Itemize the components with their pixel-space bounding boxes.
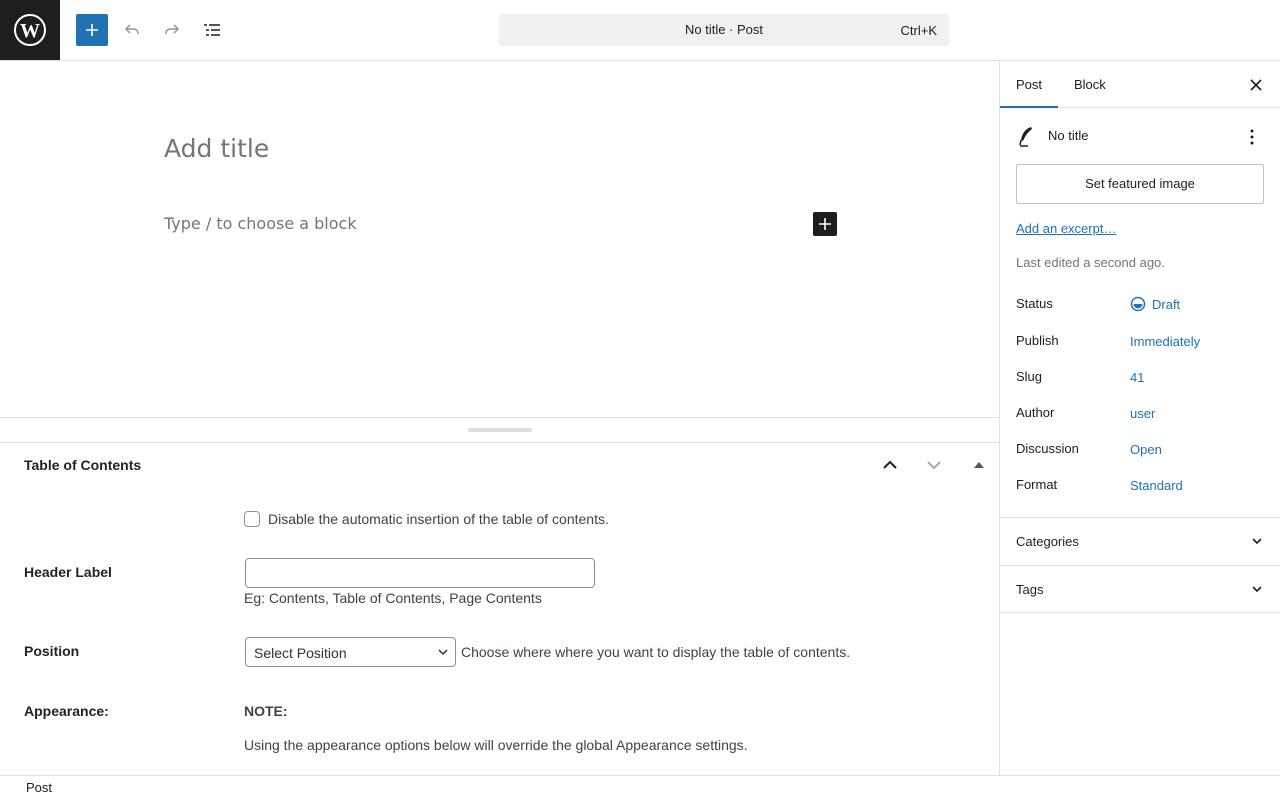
- block-breadcrumb-bar: Post: [0, 775, 1280, 800]
- meta-boxes-resize-handle[interactable]: [0, 417, 999, 443]
- note-label: NOTE:: [244, 703, 288, 719]
- position-select-value: Select Position: [254, 645, 347, 661]
- add-excerpt-link[interactable]: Add an excerpt…: [1016, 221, 1116, 236]
- meta-key: Format: [1016, 477, 1058, 492]
- editor-header: W No title · Post Ctrl+K: [0, 0, 1280, 61]
- caret-up-icon: [974, 462, 984, 468]
- discussion-value[interactable]: Open: [1130, 442, 1162, 457]
- status-label: Draft: [1152, 296, 1181, 312]
- header-label-hint: Eg: Contents, Table of Contents, Page Co…: [244, 590, 542, 606]
- note-text: Using the appearance options below will …: [244, 737, 748, 753]
- redo-icon: [165, 24, 180, 34]
- publish-value[interactable]: Immediately: [1130, 334, 1200, 349]
- set-featured-image-button[interactable]: Set featured image: [1016, 164, 1264, 204]
- close-sidebar-button[interactable]: [1244, 73, 1268, 97]
- post-name: No title: [1048, 128, 1089, 143]
- chevron-down-icon: [438, 649, 448, 656]
- chevron-down-icon: [1252, 538, 1262, 545]
- sidebar-tabs: Post Block: [1000, 61, 1280, 108]
- slug-value[interactable]: 41: [1130, 370, 1144, 385]
- meta-key: Slug: [1016, 369, 1043, 384]
- inline-add-block-button[interactable]: [813, 212, 837, 236]
- meta-key: Status: [1016, 296, 1053, 311]
- status-value[interactable]: Draft: [1130, 296, 1180, 312]
- command-palette-trigger[interactable]: No title · Post Ctrl+K: [499, 14, 949, 46]
- disable-toc-checkbox[interactable]: [244, 511, 260, 527]
- post-title-input[interactable]: Add title: [164, 134, 269, 163]
- quill-icon: [1019, 127, 1032, 147]
- tab-block[interactable]: Block: [1058, 61, 1122, 108]
- meta-key: Author: [1016, 405, 1055, 420]
- meta-row-format: Format Standard: [1016, 477, 1264, 497]
- add-block-button[interactable]: [76, 14, 108, 46]
- author-value[interactable]: user: [1130, 406, 1155, 421]
- plus-icon: [819, 218, 831, 230]
- close-icon: [1250, 79, 1262, 91]
- move-down-button[interactable]: [919, 453, 949, 477]
- meta-key: Publish: [1016, 333, 1059, 348]
- list-view-button[interactable]: [196, 14, 228, 46]
- block-appender[interactable]: Type / to choose a block: [164, 214, 357, 233]
- plus-icon: [86, 24, 98, 36]
- resize-grip[interactable]: [468, 428, 532, 432]
- svg-text:W: W: [20, 20, 40, 42]
- chevron-down-icon: [1252, 586, 1262, 593]
- wordpress-logo-icon[interactable]: W: [0, 0, 60, 60]
- post-actions-button[interactable]: [1240, 125, 1264, 149]
- breadcrumb-post[interactable]: Post: [26, 780, 52, 795]
- meta-row-status: Status Draft: [1016, 296, 1264, 316]
- disable-toc-label: Disable the automatic insertion of the t…: [268, 511, 609, 527]
- toggle-panel-button[interactable]: [964, 453, 994, 477]
- chevron-down-icon: [927, 461, 941, 470]
- undo-button[interactable]: [116, 14, 148, 46]
- position-title: Position: [24, 643, 80, 659]
- tab-post[interactable]: Post: [1000, 61, 1059, 108]
- panel-title: Categories: [1016, 534, 1079, 549]
- last-edited-text: Last edited a second ago.: [1016, 255, 1165, 270]
- appearance-title: Appearance:: [24, 703, 109, 719]
- settings-sidebar: Post Block No title Set featured image A…: [999, 61, 1280, 775]
- post-card: No title: [1016, 125, 1264, 149]
- toc-meta-box: Table of Contents Disable the automatic …: [0, 443, 999, 775]
- meta-row-slug: Slug 41: [1016, 369, 1264, 389]
- meta-row-publish: Publish Immediately: [1016, 333, 1264, 353]
- redo-button[interactable]: [156, 14, 188, 46]
- meta-key: Discussion: [1016, 441, 1079, 456]
- panel-tags[interactable]: Tags: [1000, 565, 1280, 613]
- chevron-up-icon: [883, 460, 897, 469]
- panel-categories[interactable]: Categories: [1000, 517, 1280, 565]
- meta-row-author: Author user: [1016, 405, 1264, 425]
- editor-canvas[interactable]: Add title Type / to choose a block: [0, 61, 999, 418]
- move-up-button[interactable]: [875, 453, 905, 477]
- keyboard-shortcut: Ctrl+K: [900, 23, 937, 38]
- list-view-icon: [204, 24, 220, 36]
- undo-icon: [124, 24, 139, 34]
- draft-status-icon: [1130, 296, 1146, 312]
- meta-box-title: Table of Contents: [24, 457, 142, 473]
- position-select[interactable]: Select Position: [245, 637, 456, 667]
- header-label-title: Header Label: [24, 564, 112, 580]
- document-title: No title · Post: [684, 22, 764, 37]
- more-vertical-icon: [1250, 129, 1254, 145]
- format-value[interactable]: Standard: [1130, 478, 1183, 493]
- position-hint: Choose where where you want to display t…: [461, 644, 851, 660]
- panel-title: Tags: [1016, 582, 1044, 597]
- meta-row-discussion: Discussion Open: [1016, 441, 1264, 461]
- header-label-input[interactable]: [245, 558, 595, 588]
